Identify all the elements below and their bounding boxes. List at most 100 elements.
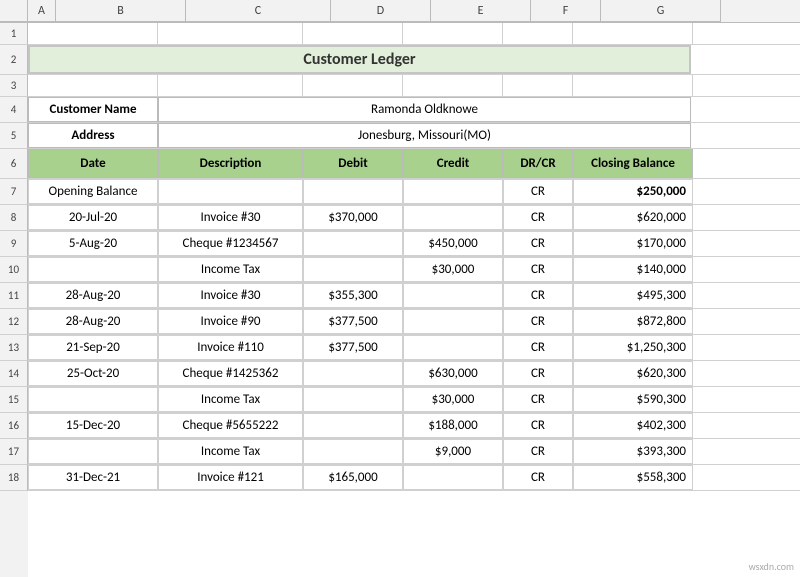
r17-desc: Income Tax (158, 439, 303, 464)
r9-desc: Cheque #1234567 (158, 231, 303, 256)
r3-d (303, 75, 403, 96)
r8-debit: $370,000 (303, 205, 403, 230)
row-16: 15-Dec-20 Cheque #5655222 $188,000 CR $4… (28, 413, 800, 439)
r11-closing: $495,300 (573, 283, 693, 308)
r16-drcr: CR (503, 413, 573, 438)
r8-credit (403, 205, 503, 230)
r15-desc: Income Tax (158, 387, 303, 412)
r12-closing: $872,800 (573, 309, 693, 334)
r16-closing: $402,300 (573, 413, 693, 438)
r12-drcr: CR (503, 309, 573, 334)
r11-drcr: CR (503, 283, 573, 308)
row-10: Income Tax $30,000 CR $140,000 (28, 257, 800, 283)
r5-value: Jonesburg, Missouri(MO) (158, 123, 691, 148)
r4-value: Ramonda Oldknowe (158, 97, 691, 122)
r5-label: Address (28, 123, 158, 148)
row-num-6: 6 (0, 149, 28, 179)
r7-debit (303, 179, 403, 204)
row-num-9: 9 (0, 231, 28, 257)
r6-debit: Debit (303, 149, 403, 178)
r7-drcr: CR (503, 179, 573, 204)
watermark: wsxdn.com (749, 560, 794, 573)
r14-debit (303, 361, 403, 386)
r17-date (28, 439, 158, 464)
r17-closing: $393,300 (573, 439, 693, 464)
row-1 (28, 23, 800, 45)
col-header-g: G (601, 0, 721, 22)
row-12: 28-Aug-20 Invoice #90 $377,500 CR $872,8… (28, 309, 800, 335)
r14-credit: $630,000 (403, 361, 503, 386)
r11-desc: Invoice #30 (158, 283, 303, 308)
spreadsheet: A B C D E F G 1 2 3 4 5 6 7 8 9 10 11 12… (0, 0, 800, 577)
r12-credit (403, 309, 503, 334)
col-header-b: B (56, 0, 186, 22)
r3-f (503, 75, 573, 96)
r9-closing: $170,000 (573, 231, 693, 256)
r16-debit (303, 413, 403, 438)
col-header-a: A (28, 0, 56, 22)
row-15: Income Tax $30,000 CR $590,300 (28, 387, 800, 413)
row-num-2: 2 (0, 45, 28, 75)
table-area: Customer Ledger Customer Name Ramonda Ol… (28, 23, 800, 577)
r13-date: 21-Sep-20 (28, 335, 158, 360)
r17-credit: $9,000 (403, 439, 503, 464)
r10-credit: $30,000 (403, 257, 503, 282)
r16-credit: $188,000 (403, 413, 503, 438)
row-num-15: 15 (0, 387, 28, 413)
r13-credit (403, 335, 503, 360)
r7-date: Opening Balance (28, 179, 158, 204)
r13-closing: $1,250,300 (573, 335, 693, 360)
r10-drcr: CR (503, 257, 573, 282)
row-2: Customer Ledger (28, 45, 800, 75)
row-13: 21-Sep-20 Invoice #110 $377,500 CR $1,25… (28, 335, 800, 361)
title-text: Customer Ledger (303, 50, 415, 69)
row-11: 28-Aug-20 Invoice #30 $355,300 CR $495,3… (28, 283, 800, 309)
row-8: 20-Jul-20 Invoice #30 $370,000 CR $620,0… (28, 205, 800, 231)
r15-closing: $590,300 (573, 387, 693, 412)
r13-desc: Invoice #110 (158, 335, 303, 360)
row-num-18: 18 (0, 465, 28, 491)
r3-g (573, 75, 693, 96)
row-7: Opening Balance CR $250,000 (28, 179, 800, 205)
r15-debit (303, 387, 403, 412)
row-6: Date Description Debit Credit DR/CR Clos… (28, 149, 800, 179)
r9-drcr: CR (503, 231, 573, 256)
row-14: 25-Oct-20 Cheque #1425362 $630,000 CR $6… (28, 361, 800, 387)
r10-debit (303, 257, 403, 282)
r14-date: 25-Oct-20 (28, 361, 158, 386)
r9-date: 5-Aug-20 (28, 231, 158, 256)
row-4: Customer Name Ramonda Oldknowe (28, 97, 800, 123)
r6-credit: Credit (403, 149, 503, 178)
r15-date (28, 387, 158, 412)
row-num-17: 17 (0, 439, 28, 465)
r12-date: 28-Aug-20 (28, 309, 158, 334)
r17-drcr: CR (503, 439, 573, 464)
row-num-13: 13 (0, 335, 28, 361)
row-3 (28, 75, 800, 97)
r11-date: 28-Aug-20 (28, 283, 158, 308)
row-num-10: 10 (0, 257, 28, 283)
r10-closing: $140,000 (573, 257, 693, 282)
row-num-4: 4 (0, 97, 28, 123)
row-num-12: 12 (0, 309, 28, 335)
row-17: Income Tax $9,000 CR $393,300 (28, 439, 800, 465)
row-num-1: 1 (0, 23, 28, 45)
r8-desc: Invoice #30 (158, 205, 303, 230)
r16-date: 15-Dec-20 (28, 413, 158, 438)
row-num-7: 7 (0, 179, 28, 205)
r18-date: 31-Dec-21 (28, 465, 158, 490)
r12-debit: $377,500 (303, 309, 403, 334)
r9-debit (303, 231, 403, 256)
r3-c (158, 75, 303, 96)
r15-drcr: CR (503, 387, 573, 412)
row-5: Address Jonesburg, Missouri(MO) (28, 123, 800, 149)
r14-desc: Cheque #1425362 (158, 361, 303, 386)
r13-debit: $377,500 (303, 335, 403, 360)
r6-description: Description (158, 149, 303, 178)
row-num-11: 11 (0, 283, 28, 309)
r14-drcr: CR (503, 361, 573, 386)
corner-cell (0, 0, 28, 22)
r4-label: Customer Name (28, 97, 158, 122)
row-9: 5-Aug-20 Cheque #1234567 $450,000 CR $17… (28, 231, 800, 257)
r11-credit (403, 283, 503, 308)
